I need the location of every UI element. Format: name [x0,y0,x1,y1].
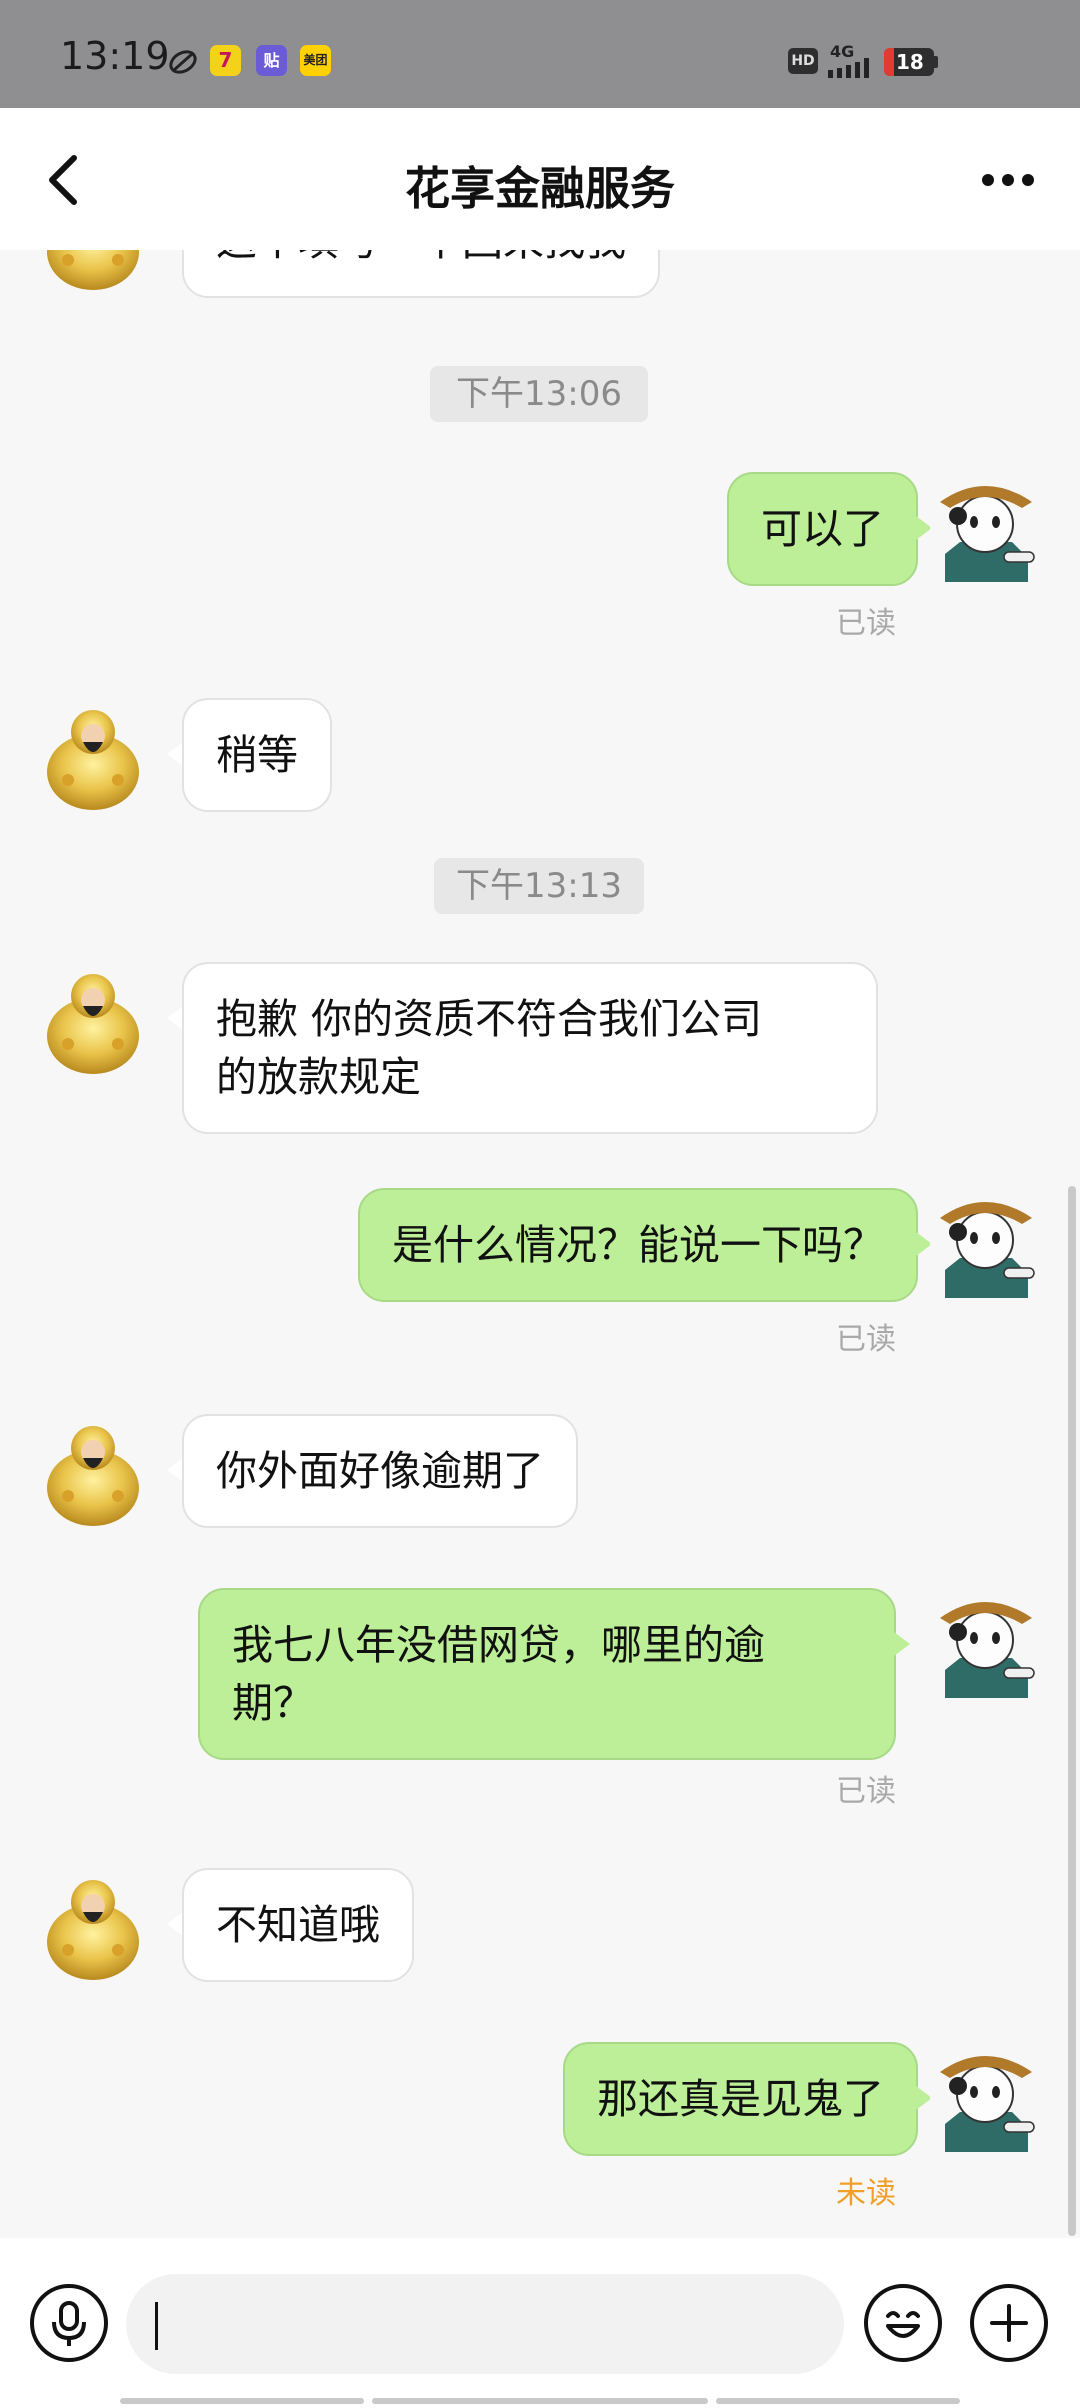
user-avatar[interactable] [930,1188,1040,1298]
microphone-icon [52,2301,86,2346]
message-text-line: 的放款规定 [216,1053,421,1101]
outgoing-message-bubble[interactable]: 那还真是见鬼了 [563,2042,918,2156]
message-text-line: 抱歉 你的资质不符合我们公司 [216,995,763,1043]
outgoing-message-bubble[interactable]: 可以了 [727,472,918,586]
emoji-icon [886,2311,920,2338]
battery-tip [934,56,938,68]
incoming-message-bubble[interactable]: 不知道哦 [182,1868,414,1982]
nav-indicator [716,2398,960,2404]
tieba-app-label: 贴 [263,51,280,70]
timestamp: 下午13:06 [430,366,648,422]
page-title: 花享金融服务 [404,162,675,215]
message-text-line: 期？ [232,1679,314,1727]
voice-button[interactable] [30,2284,108,2362]
read-receipt: 已读 [836,606,896,641]
status-time: 13:19 [60,34,170,78]
message-text: 稍等 [216,731,298,779]
message-text-line: 我七八年没借网贷，哪里的逾 [232,1621,765,1669]
user-avatar[interactable] [930,1588,1040,1698]
app-notification-icon-1: 7 [210,45,241,76]
meituan-app-icon: 美团 [300,45,331,76]
incoming-message-bubble[interactable]: 这个填写一下回来找我 [182,250,660,298]
contact-avatar[interactable] [38,1416,148,1526]
battery-level: 18 [896,50,924,74]
message-text: 这个填写一下回来找我 [216,250,626,265]
user-avatar[interactable] [930,2042,1040,2152]
chat-scrollbar[interactable] [1068,1186,1076,2236]
battery-icon: 18 [884,48,934,76]
signal-icon [828,58,869,78]
message-text: 你外面好像逾期了 [216,1447,544,1495]
contact-avatar[interactable] [38,250,148,290]
more-actions-button[interactable] [970,2284,1048,2362]
timestamp: 下午13:13 [434,858,644,914]
user-avatar[interactable] [930,472,1040,582]
unread-receipt: 未读 [836,2176,896,2211]
leaf-notification-icon [169,50,197,74]
read-receipt: 已读 [836,1322,896,1357]
text-caret [155,2302,158,2350]
message-text: 不知道哦 [216,1901,380,1949]
meituan-app-label: 美团 [303,53,328,67]
nav-indicator [120,2398,364,2404]
message-text: 可以了 [761,505,884,553]
contact-avatar[interactable] [38,700,148,810]
contact-avatar[interactable] [38,964,148,1074]
more-options-icon[interactable] [980,172,1036,188]
status-bar: 13:19 7 贴 美团 HD 4G 18 [0,0,1080,108]
hd-icon: HD [788,48,818,74]
emoji-button[interactable] [864,2284,942,2362]
message-input-bar [0,2238,1080,2408]
chat-header: 花享金融服务 [0,108,1080,250]
chat-message-list[interactable]: 这个填写一下回来找我 下午13:06 可以了 已读 稍等 下午13:13 [0,250,1080,2238]
read-receipt: 已读 [836,1774,896,1809]
message-text: 那还真是见鬼了 [597,2075,884,2123]
message-text: 是什么情况？能说一下吗？ [392,1221,884,1269]
outgoing-message-bubble[interactable]: 是什么情况？能说一下吗？ [358,1188,918,1302]
contact-avatar[interactable] [38,1870,148,1980]
outgoing-message-bubble[interactable]: 我七八年没借网贷，哪里的逾 期？ [198,1588,896,1760]
app-notification-icon-2: 贴 [256,45,287,76]
incoming-message-bubble[interactable]: 稍等 [182,698,332,812]
plus-icon [990,2304,1028,2342]
incoming-message-bubble[interactable]: 抱歉 你的资质不符合我们公司 的放款规定 [182,962,878,1134]
nav-indicator [372,2398,708,2404]
message-input[interactable] [126,2274,844,2374]
incoming-message-bubble[interactable]: 你外面好像逾期了 [182,1414,578,1528]
